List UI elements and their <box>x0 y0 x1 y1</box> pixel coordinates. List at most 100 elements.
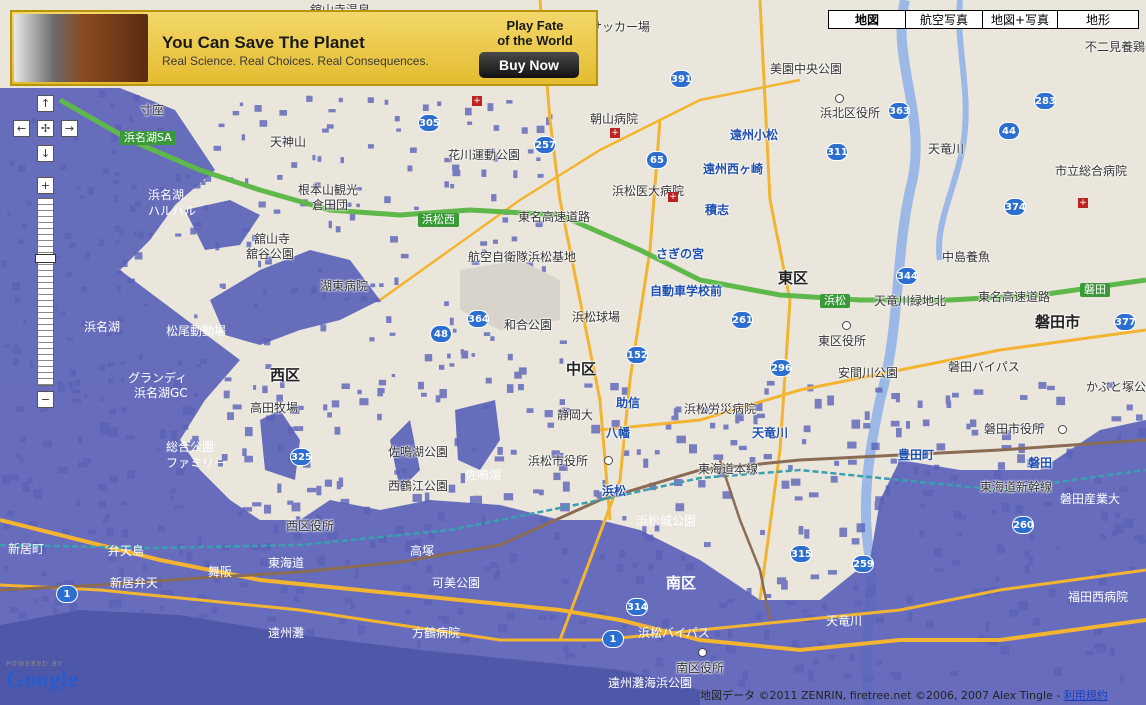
flood-cell <box>781 480 790 489</box>
zoom-slider-track[interactable] <box>37 198 54 386</box>
flood-cell <box>115 240 120 245</box>
flood-cell <box>307 487 317 493</box>
flood-cell <box>1024 564 1030 575</box>
pan-center-button[interactable]: ✢ <box>37 120 54 137</box>
flood-cell <box>120 361 126 365</box>
flood-cell <box>340 157 345 164</box>
pan-right-button[interactable]: → <box>61 120 78 137</box>
flood-cell <box>738 445 747 451</box>
expressway-sign: 浜松 <box>820 294 850 308</box>
flood-cell <box>559 463 568 471</box>
map-canvas[interactable] <box>0 0 1146 705</box>
terms-of-use-link[interactable]: 利用規約 <box>1064 689 1108 702</box>
flood-cell <box>439 388 447 399</box>
flood-cell <box>1047 385 1055 391</box>
flood-cell <box>562 481 570 492</box>
flood-cell <box>112 599 122 608</box>
flood-cell <box>469 496 475 506</box>
flood-cell <box>39 408 46 413</box>
flood-cell <box>119 567 124 577</box>
flood-cell <box>350 603 355 610</box>
flood-cell <box>813 657 819 665</box>
flood-cell <box>801 439 807 445</box>
flood-cell <box>803 425 811 433</box>
flood-cell <box>665 424 672 430</box>
flood-cell <box>610 382 619 391</box>
pan-down-button[interactable]: ↓ <box>37 145 54 162</box>
flood-cell <box>810 574 820 580</box>
flood-cell <box>483 566 491 572</box>
flood-cell <box>559 358 564 364</box>
flood-cell <box>335 226 341 233</box>
map-type-terrain-button[interactable]: 地形 <box>1057 10 1139 29</box>
flood-cell <box>112 179 119 185</box>
flood-cell <box>197 536 202 547</box>
flood-cell <box>120 376 125 383</box>
route-shield: 305 <box>418 114 440 132</box>
flood-cell <box>1029 533 1035 542</box>
flood-cell <box>1112 530 1119 537</box>
flood-cell <box>394 277 399 285</box>
flood-cell <box>424 492 430 503</box>
flood-cell <box>599 554 606 560</box>
flood-cell <box>689 444 698 454</box>
map-type-hybrid-button[interactable]: 地図+写真 <box>982 10 1058 29</box>
flood-cell <box>195 364 201 368</box>
flood-cell <box>448 484 456 493</box>
flood-cell <box>539 489 544 496</box>
buy-now-button[interactable]: Buy Now <box>479 52 579 78</box>
flood-cell <box>756 413 765 419</box>
zoom-slider-handle[interactable] <box>35 254 56 264</box>
flood-cell <box>636 449 641 455</box>
flood-cell <box>1111 416 1122 422</box>
flood-cell <box>506 384 514 393</box>
google-logo[interactable]: POWERED BY Google <box>6 660 78 692</box>
flood-cell <box>535 220 543 228</box>
flood-cell <box>538 615 547 621</box>
flood-cell <box>407 165 413 172</box>
flood-cell <box>22 481 30 492</box>
zoom-in-button[interactable]: + <box>37 177 54 194</box>
flood-cell <box>122 259 128 268</box>
flood-cell <box>923 489 934 497</box>
flood-cell <box>312 183 319 192</box>
flood-cell <box>510 449 517 455</box>
zoom-out-button[interactable]: − <box>37 391 54 408</box>
flood-cell <box>412 538 422 547</box>
flood-cell <box>945 395 951 404</box>
map-type-map-button[interactable]: 地図 <box>828 10 906 29</box>
pan-up-button[interactable]: ↑ <box>37 95 54 112</box>
flood-cell <box>265 364 272 369</box>
flood-cell <box>553 472 561 481</box>
flood-cell <box>536 125 545 134</box>
flood-cell <box>794 496 803 501</box>
flood-cell <box>57 466 68 474</box>
map-type-satellite-button[interactable]: 航空写真 <box>905 10 983 29</box>
flood-cell <box>906 595 913 604</box>
route-shield: 152 <box>626 346 648 364</box>
flood-cell <box>260 558 268 567</box>
flood-cell <box>106 332 112 337</box>
route-shield: 311 <box>826 143 848 161</box>
flood-cell <box>950 670 959 676</box>
flood-cell <box>179 550 184 556</box>
flood-cell <box>118 229 125 236</box>
flood-cell <box>871 442 880 450</box>
flood-cell <box>99 364 106 371</box>
flood-cell <box>186 552 193 562</box>
flood-cell <box>175 174 181 182</box>
flood-cell <box>662 619 670 628</box>
flood-cell <box>473 495 483 504</box>
flood-cell <box>804 529 810 539</box>
flood-cell <box>290 405 300 415</box>
flood-cell <box>1048 588 1056 598</box>
flood-cell <box>142 564 147 571</box>
ad-banner[interactable]: You Can Save The Planet Real Science. Re… <box>10 10 598 86</box>
route-shield: 363 <box>888 102 910 120</box>
flood-cell <box>537 173 544 178</box>
flood-cell <box>414 206 419 211</box>
flood-cell <box>391 374 396 378</box>
flood-cell <box>875 387 883 393</box>
pan-left-button[interactable]: ← <box>13 120 30 137</box>
flood-cell <box>120 586 125 592</box>
